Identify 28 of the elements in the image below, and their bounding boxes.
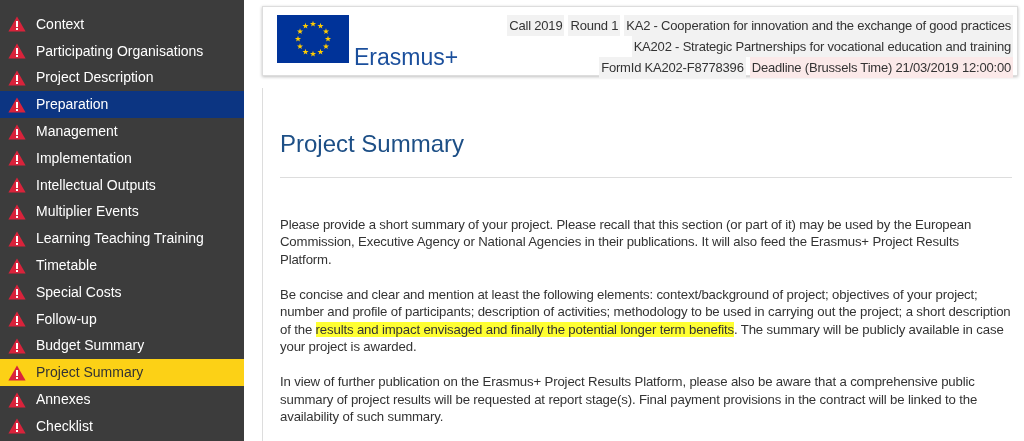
sidebar-item[interactable]: Intellectual Outputs	[0, 171, 244, 199]
flag-icon	[277, 15, 349, 63]
info-label: Round 1	[568, 15, 621, 36]
sidebar-item[interactable]: Learning Teaching Training	[0, 225, 244, 253]
sidebar-item[interactable]: Budget Summary	[0, 332, 244, 360]
info-label: Call 2019	[507, 15, 565, 36]
sidebar-item[interactable]: Management	[0, 118, 244, 145]
info-label: FormId KA202-F8778396	[599, 57, 746, 78]
sidebar-item[interactable]: Follow-up	[0, 305, 244, 333]
page-title: Project Summary	[280, 130, 1012, 178]
sidebar-item[interactable]: Preparation	[0, 91, 244, 119]
sidebar-item[interactable]: Annexes	[0, 386, 244, 413]
sidebar-item[interactable]: Participating Organisations	[0, 37, 244, 65]
sidebar-item[interactable]: Project Summary	[0, 359, 244, 387]
sidebar-item[interactable]: Special Costs	[0, 278, 244, 306]
info-label: KA2 - Cooperation for innovation and the exchange of good practices	[624, 15, 1013, 36]
brand-name: Erasmus+	[354, 46, 459, 69]
sidebar-item[interactable]: Context	[0, 11, 244, 38]
info-label: KA202 - Strategic Partnerships for vocational education and training	[631, 36, 1013, 57]
sidebar-item[interactable]: Implementation	[0, 145, 244, 172]
sidebar-item[interactable]: Multiplier Events	[0, 198, 244, 226]
sidebar-item[interactable]: Project Description	[0, 64, 244, 92]
sidebar-item[interactable]: Checklist	[0, 412, 244, 440]
paragraph: In view of further publication on the Erasmus+ Project Results Platform, please also be aware that a comprehensive public summary of project results will be requested at report stage(s). Final payment provisions in the contract will be linked to the availability of such summary.	[280, 372, 979, 426]
sidebar-item[interactable]: Timetable	[0, 252, 244, 279]
deadline-label: Deadline (Brussels Time) 21/03/2019 12:00:00	[749, 57, 1013, 78]
paragraph: Please provide a short summary of your project. Please recall that this section (or part of it) may be used by the European Commission, Executive Agency or National Agencies in their publications. It will also feed the Erasmus+ Project Results Platform.	[280, 215, 973, 269]
paragraph: Be concise and clear and mention at least the following elements: context/background of project; objectives of your project; number and profile of participants; description of activities; methodology to be used in carrying out the project; a short description of the results and impact envisaged and finally the potential longer term benefits. The summary will be publicly available in case your project is awarded.	[280, 285, 1012, 356]
